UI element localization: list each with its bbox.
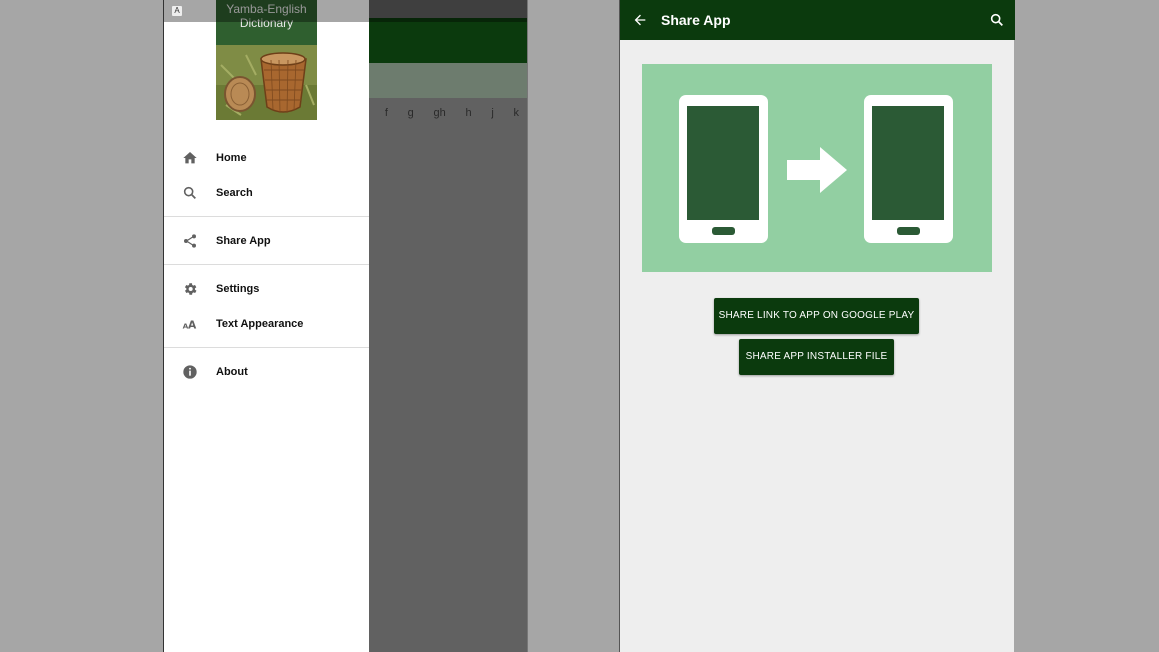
alphabet-letter: h bbox=[465, 107, 472, 119]
menu-item-label: Search bbox=[216, 186, 253, 199]
app-bar: Share App bbox=[620, 0, 1015, 40]
status-bar: A bbox=[164, 0, 527, 22]
navigation-drawer: Yamba-English Dictionary Home Search Sha… bbox=[164, 0, 369, 652]
search-button[interactable] bbox=[985, 8, 1009, 32]
background-alphabet-bar: f g gh h j k bbox=[369, 98, 527, 128]
background-app-bar bbox=[369, 18, 527, 63]
page-title: Share App bbox=[661, 12, 731, 28]
alphabet-letter: g bbox=[407, 107, 414, 119]
menu-item-share-app[interactable]: Share App bbox=[164, 223, 369, 258]
share-icon bbox=[164, 233, 216, 249]
info-icon bbox=[164, 364, 216, 380]
share-link-button[interactable]: SHARE LINK TO APP ON GOOGLE PLAY bbox=[714, 298, 919, 334]
share-installer-button[interactable]: SHARE APP INSTALLER FILE bbox=[739, 339, 894, 375]
menu-divider bbox=[164, 264, 369, 265]
gear-icon bbox=[164, 281, 216, 297]
menu-item-settings[interactable]: Settings bbox=[164, 271, 369, 306]
basket-photo bbox=[216, 45, 317, 120]
text-size-icon: AA bbox=[164, 316, 216, 332]
share-illustration bbox=[642, 64, 992, 272]
menu-item-label: Text Appearance bbox=[216, 317, 304, 330]
menu-item-label: Settings bbox=[216, 282, 260, 295]
search-icon bbox=[164, 185, 216, 201]
menu-divider bbox=[164, 347, 369, 348]
source-phone-icon bbox=[679, 95, 768, 243]
menu-item-label: Home bbox=[216, 151, 247, 164]
svg-text:A: A bbox=[188, 318, 197, 331]
drawer-menu: Home Search Share App Settings A A Text … bbox=[164, 140, 369, 389]
arrow-right-icon bbox=[787, 147, 847, 193]
menu-item-label: Share App bbox=[216, 234, 271, 247]
alphabet-letter: f bbox=[384, 107, 388, 119]
alphabet-letter: k bbox=[513, 107, 520, 119]
menu-divider bbox=[164, 216, 369, 217]
search-icon bbox=[990, 13, 1003, 26]
target-phone-icon bbox=[864, 95, 953, 243]
menu-item-search[interactable]: Search bbox=[164, 175, 369, 210]
menu-item-text-appearance[interactable]: AA Text Appearance bbox=[164, 306, 369, 341]
left-phone-screen: f g gh h j k Yamba-English Dictionary Ho… bbox=[163, 0, 528, 652]
home-icon bbox=[164, 150, 216, 166]
back-arrow-icon bbox=[634, 14, 646, 26]
menu-item-about[interactable]: About bbox=[164, 354, 369, 389]
alphabet-letter: gh bbox=[433, 107, 446, 119]
menu-item-label: About bbox=[216, 365, 248, 378]
background-search-bar bbox=[369, 63, 527, 98]
back-button[interactable] bbox=[620, 0, 660, 40]
menu-item-home[interactable]: Home bbox=[164, 140, 369, 175]
alphabet-letter: j bbox=[491, 107, 494, 119]
status-icon: A bbox=[172, 6, 182, 16]
right-phone-screen: Share App SHARE LINK TO APP ON GOOGLE PL… bbox=[619, 0, 1015, 652]
